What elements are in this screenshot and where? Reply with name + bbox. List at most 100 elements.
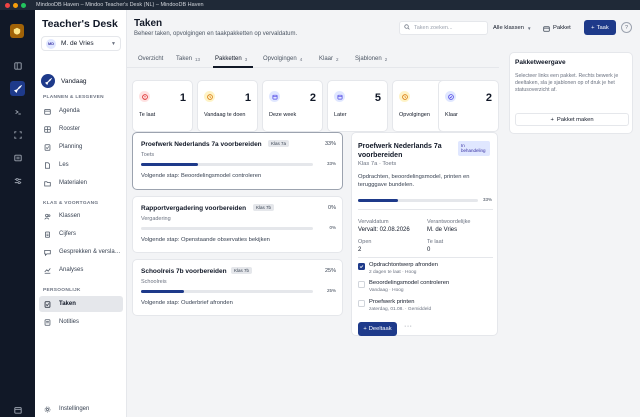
avatar: MD bbox=[46, 38, 56, 49]
sidebar-item-taken[interactable]: Taken bbox=[39, 296, 123, 312]
clipboard-icon bbox=[43, 230, 51, 238]
sidebar-item-planning[interactable]: Planning bbox=[39, 139, 123, 155]
package-progress-bar bbox=[141, 163, 313, 166]
due-value: Vervalt: 02.08.2026 bbox=[358, 227, 410, 233]
window-titlebar: MindooDB Haven – Mindoo Teacher's Desk (… bbox=[0, 0, 640, 10]
create-package-label: Pakket maken bbox=[556, 116, 594, 123]
folder-icon bbox=[43, 179, 51, 187]
stat-card-deze-week[interactable]: 2 Deze week bbox=[262, 80, 323, 132]
detail-progress-bar bbox=[358, 199, 478, 202]
late-value: 0 bbox=[427, 247, 431, 253]
package-progress-bar bbox=[141, 290, 313, 293]
rail-terminal-icon[interactable] bbox=[10, 104, 25, 119]
package-progress-percent: 33% bbox=[324, 141, 336, 147]
package-next-step: Volgende stap: Openstaande observaties b… bbox=[141, 237, 270, 243]
stat-label: Later bbox=[334, 112, 347, 118]
stat-value: 2 bbox=[485, 92, 492, 104]
calendar-icon bbox=[269, 91, 280, 102]
help-icon[interactable]: ? bbox=[621, 22, 632, 33]
rail-inbox-icon[interactable] bbox=[10, 150, 25, 165]
stat-card-te-laat[interactable]: 1 Te laat bbox=[132, 80, 193, 132]
checklist-icon bbox=[43, 143, 51, 151]
sidebar-item-klassen[interactable]: Klassen bbox=[39, 208, 123, 224]
more-options-icon[interactable]: ··· bbox=[404, 323, 413, 330]
package-card[interactable]: Schoolreis 7b voorbereiden Klas 7b 25% S… bbox=[132, 259, 343, 316]
package-view-title: Pakketweergave bbox=[515, 59, 566, 66]
chevron-down-icon: ▼ bbox=[111, 40, 116, 47]
subtask-checkbox[interactable] bbox=[358, 281, 365, 288]
sidebar-item-rooster[interactable]: Rooster bbox=[39, 121, 123, 137]
sidebar-item-analyses[interactable]: Analyses bbox=[39, 262, 123, 278]
sidebar-item-instellingen[interactable]: Instellingen bbox=[39, 401, 123, 417]
sidebar-item-label: Gesprekken & versla… bbox=[59, 249, 121, 255]
package-card[interactable]: Rapportvergadering voorbereiden Klas 7b … bbox=[132, 196, 343, 253]
chat-icon bbox=[43, 248, 51, 256]
class-filter-select[interactable]: Alle klassen ▼ bbox=[493, 21, 531, 35]
rail-sliders-icon[interactable] bbox=[10, 173, 25, 188]
sidebar-item-label: Cijfers bbox=[59, 231, 77, 237]
active-tab-indicator bbox=[213, 66, 253, 68]
package-progress-fill bbox=[141, 163, 198, 166]
subtask-checkbox[interactable] bbox=[358, 263, 365, 270]
add-task-button[interactable]: + Taak bbox=[584, 20, 616, 35]
rail-calendar-icon[interactable] bbox=[10, 402, 25, 417]
late-label: Te laat bbox=[427, 239, 444, 245]
package-icon bbox=[543, 25, 550, 32]
tab-opvolgingen[interactable]: Opvolgingen 4 bbox=[263, 56, 302, 62]
calendar-icon bbox=[43, 107, 51, 115]
package-title: Rapportvergadering voorbereiden bbox=[141, 205, 247, 212]
app-brand: Teacher's Desk bbox=[42, 18, 118, 30]
app-logo[interactable] bbox=[10, 24, 24, 38]
sidebar-item-label: Planning bbox=[59, 144, 83, 150]
sidebar-item-cijfers[interactable]: Cijfers bbox=[39, 226, 123, 242]
sidebar-item-gesprekken[interactable]: Gesprekken & versla… bbox=[39, 244, 123, 260]
rail-dashboard-icon[interactable] bbox=[10, 58, 25, 73]
main-content: Taken Beheer taken, opvolgingen en taakp… bbox=[127, 10, 640, 417]
stat-value: 2 bbox=[309, 92, 316, 104]
nav-today[interactable]: Vandaag bbox=[41, 74, 87, 88]
create-package-button[interactable]: + Pakket maken bbox=[515, 113, 629, 126]
class-badge: Klas 7b bbox=[253, 204, 275, 211]
package-category: Vergadering bbox=[141, 216, 171, 222]
window-controls bbox=[5, 2, 26, 8]
sidebar-item-materialen[interactable]: Materialen bbox=[39, 175, 123, 191]
stat-card-klaar[interactable]: 2 Klaar bbox=[438, 80, 499, 132]
sidebar-item-notities[interactable]: Notities bbox=[39, 314, 123, 330]
rail-scan-icon[interactable] bbox=[10, 127, 25, 142]
rail-rocket-icon[interactable] bbox=[10, 81, 25, 96]
sidebar-item-label: Notities bbox=[59, 319, 80, 325]
sidebar-item-agenda[interactable]: Agenda bbox=[39, 103, 123, 119]
sidebar-item-les[interactable]: Les bbox=[39, 157, 123, 173]
tab-count: 4 bbox=[299, 56, 303, 62]
search-box[interactable] bbox=[399, 21, 488, 35]
detail-title: Proefwerk Nederlands 7a voorbereiden bbox=[358, 143, 442, 160]
package-progress-bar-label: 33% bbox=[326, 161, 336, 166]
tab-sjablonen[interactable]: Sjablonen 2 bbox=[355, 56, 387, 62]
tab-label: Pakketten bbox=[215, 56, 242, 62]
tab-overzicht[interactable]: Overzicht bbox=[138, 56, 163, 62]
tab-taken[interactable]: Taken 13 bbox=[176, 56, 200, 62]
subtask-checkbox[interactable] bbox=[358, 300, 365, 307]
close-window-button[interactable] bbox=[5, 2, 10, 8]
search-input[interactable] bbox=[414, 25, 484, 31]
zoom-window-button[interactable] bbox=[21, 2, 26, 8]
stat-label: Deze week bbox=[269, 112, 297, 118]
pakket-button[interactable]: Pakket bbox=[543, 21, 571, 35]
stat-card-vandaag[interactable]: 1 Vandaag te doen bbox=[197, 80, 258, 132]
add-subtask-button[interactable]: + Deeltaak bbox=[358, 322, 397, 336]
tab-label: Overzicht bbox=[138, 56, 164, 62]
package-next-step: Volgende stap: Beoordelingsmodel control… bbox=[141, 173, 262, 179]
user-switcher[interactable]: MD M. de Vries ▼ bbox=[41, 36, 121, 51]
tab-pakketten[interactable]: Pakketten 3 bbox=[215, 56, 247, 62]
window-title: MindooDB Haven – Mindoo Teacher's Desk (… bbox=[36, 2, 204, 8]
package-detail-panel: Proefwerk Nederlands 7a voorbereiden In … bbox=[351, 132, 498, 336]
package-card[interactable]: Proefwerk Nederlands 7a voorbereiden Kla… bbox=[132, 132, 343, 190]
tab-label: Taken bbox=[176, 56, 193, 62]
minimize-window-button[interactable] bbox=[13, 2, 18, 8]
section-persoonlijk: PERSOONLIJK bbox=[43, 288, 81, 293]
document-icon bbox=[43, 161, 51, 169]
add-subtask-label: Deeltaak bbox=[368, 326, 392, 332]
stat-card-later[interactable]: 5 Later bbox=[327, 80, 388, 132]
plus-icon: + bbox=[591, 24, 595, 31]
tab-klaar[interactable]: Klaar 2 bbox=[319, 56, 339, 62]
